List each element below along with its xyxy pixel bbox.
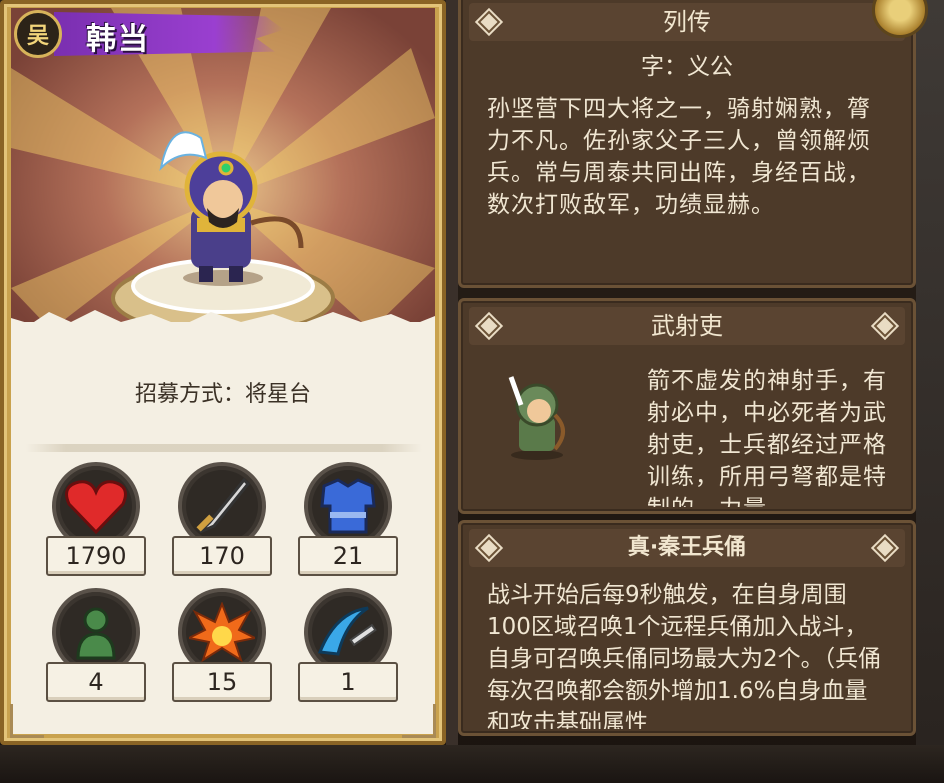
- corner-ornament: [10, 704, 44, 738]
- stat-crit[interactable]: 15: [172, 588, 272, 708]
- stat-troops-value: 4: [46, 662, 146, 702]
- unit-text: 箭不虚发的神射手，有射必中，中必死者为武射吏，士兵都经过严格训练，所用弓弩都是特…: [647, 368, 887, 507]
- biography-title: 列传: [663, 8, 711, 36]
- background-edge: [916, 0, 944, 745]
- biography-header: 列传: [469, 3, 905, 41]
- hero-card: 吴 韩当 招募方式：将星台 1790 170 21 4 15 1: [0, 0, 446, 745]
- courtesy-name: 字：义公: [641, 54, 733, 80]
- unit-header: 武射吏: [469, 307, 905, 345]
- unit-title: 武射吏: [651, 312, 723, 340]
- stat-attack-value: 170: [172, 536, 272, 576]
- corner-ornament: [402, 704, 436, 738]
- stat-crit-value: 15: [172, 662, 272, 702]
- light-rays: [11, 8, 435, 330]
- skill-text: 战斗开始后每9秒触发，在自身周围100区域召唤1个远程兵俑加入战斗，自身可召唤兵…: [487, 582, 882, 729]
- separator: [446, 0, 458, 745]
- divider: [26, 444, 422, 452]
- hero-detail-screen: 吴 韩当 招募方式：将星台 1790 170 21 4 15 1 列传 字：义公…: [0, 0, 944, 783]
- hero-name: 韩当: [86, 22, 150, 57]
- stat-troops[interactable]: 4: [46, 588, 146, 708]
- archer-unit-icon: [508, 376, 565, 460]
- stat-hp-value: 1790: [46, 536, 146, 576]
- unit-panel: 武射吏 箭不虚发的神射手，有射必中，中必死者为武射吏，士兵都经过严格训练，所用弓…: [458, 298, 916, 514]
- bottom-bar: [0, 745, 944, 783]
- stat-speed[interactable]: 1: [298, 588, 398, 708]
- stat-attack[interactable]: 170: [172, 462, 272, 582]
- stat-defense[interactable]: 21: [298, 462, 398, 582]
- skill-header: 真·秦王兵俑: [469, 529, 905, 567]
- stat-hp[interactable]: 1790: [46, 462, 146, 582]
- biography-text: 孙坚营下四大将之一，骑射娴熟，膂力不凡。佐孙家父子三人，曾领解烦兵。常与周泰共同…: [487, 96, 871, 218]
- skill-title: 真·秦王兵俑: [627, 535, 747, 560]
- stat-speed-value: 1: [298, 662, 398, 702]
- faction-badge: 吴: [14, 10, 62, 58]
- stat-defense-value: 21: [298, 536, 398, 576]
- skill-panel: 真·秦王兵俑 战斗开始后每9秒触发，在自身周围100区域召唤1个远程兵俑加入战斗…: [458, 520, 916, 736]
- biography-panel: 列传 字：义公 孙坚营下四大将之一，骑射娴熟，膂力不凡。佐孙家父子三人，曾领解烦…: [458, 0, 916, 288]
- hero-portrait: [11, 8, 435, 330]
- recruit-method: 招募方式：将星台: [134, 382, 311, 407]
